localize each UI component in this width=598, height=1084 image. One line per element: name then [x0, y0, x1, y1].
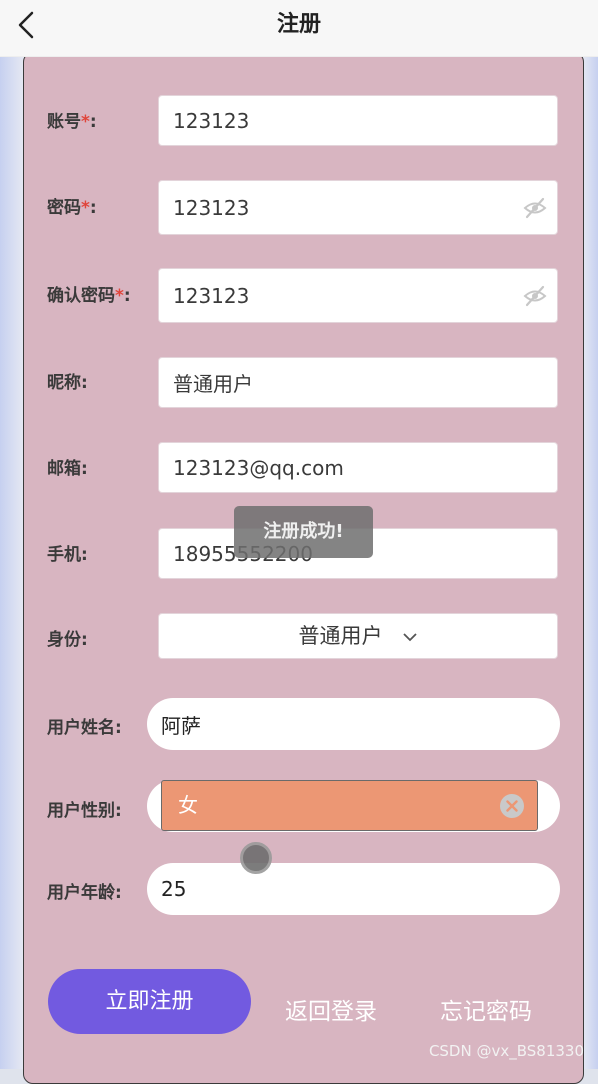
confirm-password-field[interactable]: 123123	[158, 268, 558, 323]
clear-icon[interactable]	[499, 793, 525, 819]
back-to-login-link[interactable]: 返回登录	[285, 992, 377, 1026]
watermark: CSDN @vx_BS81330	[428, 1042, 584, 1060]
success-toast: 注册成功!	[234, 506, 373, 558]
required-mark: *	[81, 112, 90, 132]
background-right	[582, 56, 598, 1069]
nickname-field[interactable]	[158, 357, 558, 408]
register-button[interactable]: 立即注册	[48, 969, 251, 1034]
email-input[interactable]	[173, 443, 513, 492]
role-select[interactable]: 普通用户	[158, 613, 558, 659]
account-input[interactable]	[173, 96, 513, 145]
required-mark: *	[115, 286, 124, 306]
eye-slash-icon[interactable]	[523, 285, 547, 307]
touch-cursor	[240, 842, 272, 874]
user-age-label: 用户年龄:	[47, 883, 122, 903]
email-label: 邮箱:	[47, 459, 88, 479]
nickname-input[interactable]	[173, 358, 513, 407]
label-colon: :	[123, 286, 131, 306]
required-mark: *	[81, 198, 90, 218]
account-label: 账号*:	[47, 110, 97, 134]
confirm-password-text: 123123	[173, 284, 250, 308]
password-label-text: 密码	[47, 198, 81, 218]
label-colon: :	[89, 198, 97, 218]
background-left	[0, 56, 24, 1069]
phone-label: 手机:	[47, 545, 88, 565]
user-age-field[interactable]	[147, 863, 560, 915]
account-field[interactable]	[158, 95, 558, 146]
email-field[interactable]	[158, 442, 558, 493]
role-label: 身份:	[47, 630, 88, 650]
navigation-bar: 注册	[0, 0, 598, 57]
account-label-text: 账号	[47, 112, 81, 132]
user-age-input[interactable]	[161, 863, 541, 915]
nickname-label: 昵称:	[47, 373, 88, 393]
user-name-input[interactable]	[161, 698, 541, 750]
user-gender-value: 女	[178, 793, 198, 817]
confirm-password-label: 确认密码*:	[47, 284, 131, 308]
page-title: 注册	[276, 12, 321, 37]
eye-slash-icon[interactable]	[523, 197, 547, 219]
user-name-field[interactable]	[147, 698, 560, 750]
user-gender-input[interactable]: 女	[161, 780, 538, 831]
forgot-password-link[interactable]: 忘记密码	[440, 992, 532, 1026]
confirm-password-label-text: 确认密码	[47, 286, 115, 306]
role-select-value: 普通用户	[298, 624, 383, 648]
password-text: 123123	[173, 196, 250, 220]
user-name-label: 用户姓名:	[47, 718, 122, 738]
password-field[interactable]: 123123	[158, 180, 558, 235]
user-gender-label: 用户性别:	[47, 801, 122, 821]
label-colon: :	[89, 112, 97, 132]
password-label: 密码*:	[47, 196, 97, 220]
chevron-down-icon	[402, 627, 418, 646]
